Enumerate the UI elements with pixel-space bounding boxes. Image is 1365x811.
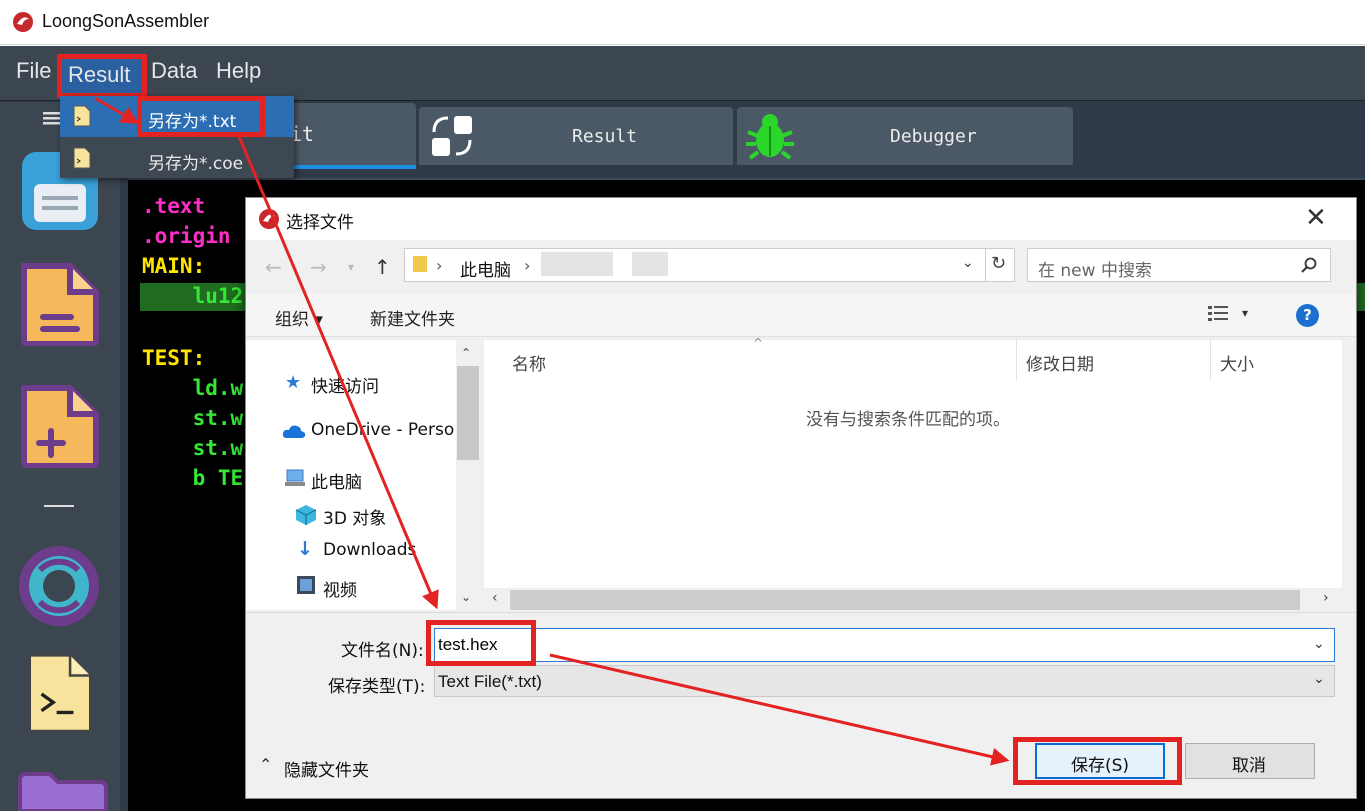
cloud-icon (282, 425, 306, 438)
redacted-path-segment (541, 252, 613, 276)
tab-debugger-label: Debugger (890, 126, 977, 147)
file-name-label: 文件名(N): (341, 641, 424, 661)
column-separator (1210, 340, 1211, 380)
file-name-input[interactable] (434, 628, 1335, 662)
up-arrow-icon[interactable]: ↑ (374, 255, 391, 279)
scroll-right-icon[interactable]: › (1323, 590, 1329, 606)
sidebar-divider (44, 505, 74, 507)
menu-item-save-coe[interactable]: 另存为*.coe (148, 149, 243, 174)
save-button-highlight (1013, 737, 1182, 785)
script-file-icon (73, 147, 91, 169)
nav-item-downloads[interactable]: Downloads (323, 540, 416, 560)
new-folder-button[interactable]: 新建文件夹 (370, 305, 455, 330)
script-file-icon (73, 105, 91, 127)
nav-item-onedrive[interactable]: OneDrive - Perso (311, 420, 455, 440)
cancel-button-label: 取消 (1232, 756, 1266, 776)
refresh-icon: ↻ (991, 253, 1007, 274)
code-line: st.w (142, 406, 244, 430)
scroll-down-icon[interactable]: ⌄ (461, 590, 471, 604)
star-icon: ★ (285, 372, 302, 393)
settings-gear-icon[interactable] (10, 540, 108, 632)
file-name-highlight (426, 620, 536, 666)
sort-indicator-icon: ^ (753, 336, 764, 350)
code-line: ld.w (142, 376, 244, 400)
help-icon[interactable]: ? (1296, 304, 1319, 327)
code-line: .text (142, 194, 206, 218)
code-line: b TE (142, 466, 244, 490)
dialog-title: 选择文件 (286, 213, 354, 233)
bug-icon (746, 114, 794, 160)
view-options-icon[interactable] (1208, 305, 1230, 323)
nav-scrollbar-thumb[interactable] (457, 366, 479, 460)
breadcrumb-separator: › (436, 256, 443, 275)
code-line: lu12 (142, 284, 244, 308)
hamburger-icon[interactable] (43, 111, 61, 125)
close-icon[interactable]: ✕ (1305, 204, 1327, 232)
folder-icon[interactable] (16, 770, 108, 811)
scroll-up-icon[interactable]: ⌃ (461, 346, 471, 360)
download-arrow-icon: ↓ (297, 538, 313, 560)
menu-result[interactable]: Result (68, 62, 130, 88)
code-line: TEST: (142, 346, 206, 370)
code-line: st.w (142, 436, 244, 460)
back-arrow-icon[interactable]: ← (265, 255, 282, 279)
nav-item-this-pc[interactable]: 此电脑 (311, 468, 362, 493)
file-add-icon[interactable] (18, 384, 102, 468)
file-list-pane (484, 340, 1342, 590)
nav-item-videos[interactable]: 视频 (323, 576, 357, 601)
forward-arrow-icon[interactable]: → (310, 255, 327, 279)
redacted-path-segment (632, 252, 668, 276)
chevron-down-icon[interactable]: ⌄ (1313, 636, 1325, 652)
code-line: .origin (142, 224, 231, 248)
save-txt-highlight (137, 96, 265, 137)
folder-icon (413, 256, 427, 272)
file-minus-icon[interactable] (18, 262, 102, 346)
file-type-select[interactable] (434, 665, 1335, 697)
tab-result-label: Result (572, 126, 638, 147)
column-separator (1016, 340, 1017, 380)
computer-icon (285, 469, 305, 486)
code-line: MAIN: (142, 254, 206, 278)
column-date-modified[interactable]: 修改日期 (1026, 350, 1094, 375)
search-icon (1301, 257, 1317, 273)
app-logo-icon (13, 12, 33, 32)
app-logo-icon (259, 209, 279, 229)
menu-file[interactable]: File (16, 58, 51, 84)
menu-data[interactable]: Data (151, 58, 197, 84)
file-type-label: 保存类型(T): (328, 677, 426, 697)
terminal-file-icon[interactable] (18, 652, 102, 736)
scroll-left-icon[interactable]: ‹ (492, 590, 498, 606)
menu-bar (0, 46, 1365, 101)
chevron-down-icon[interactable]: ▾ (1242, 306, 1248, 320)
app-title: LoongSonAssembler (42, 11, 210, 31)
menu-help[interactable]: Help (216, 58, 261, 84)
column-name[interactable]: 名称 (512, 350, 546, 375)
file-type-value: Text File(*.txt) (438, 672, 542, 691)
chevron-up-icon[interactable]: ⌃ (259, 755, 272, 774)
convert-icon (432, 116, 472, 156)
breadcrumb-separator: › (524, 256, 531, 275)
search-placeholder: 在 new 中搜索 (1038, 261, 1152, 281)
empty-list-message: 没有与搜索条件匹配的项。 (806, 410, 1010, 430)
hide-folders-toggle[interactable]: 隐藏文件夹 (284, 756, 369, 781)
chevron-down-icon[interactable]: ⌄ (1313, 671, 1325, 687)
breadcrumb[interactable]: 此电脑 (460, 256, 511, 281)
chevron-down-icon[interactable]: ▾ (348, 260, 354, 274)
cube-3d-icon (295, 505, 317, 525)
column-size[interactable]: 大小 (1220, 350, 1254, 375)
chevron-down-icon[interactable]: ⌄ (962, 255, 974, 271)
dialog-titlebar (246, 198, 1356, 240)
horizontal-scrollbar-thumb[interactable] (510, 590, 1300, 610)
organize-button[interactable]: 组织 ▾ (275, 305, 323, 330)
nav-item-3d-objects[interactable]: 3D 对象 (323, 504, 386, 529)
video-icon (297, 576, 315, 594)
nav-item-quick-access[interactable]: 快速访问 (311, 372, 379, 397)
